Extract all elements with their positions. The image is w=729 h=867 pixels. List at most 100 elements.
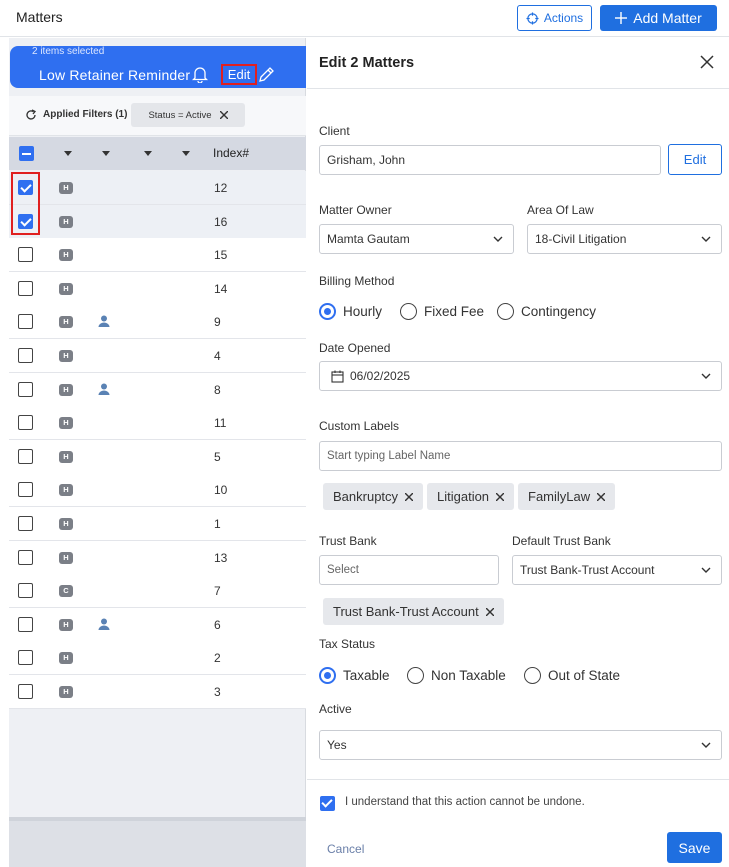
area-of-law-select[interactable]: 18-Civil Litigation (527, 224, 722, 254)
row-checkbox[interactable] (18, 549, 33, 565)
billing-type-badge: C (59, 585, 73, 598)
close-icon[interactable] (405, 492, 414, 501)
close-icon[interactable] (485, 607, 494, 616)
table-row[interactable]: C7 (9, 574, 306, 609)
cancel-button[interactable]: Cancel (327, 842, 364, 856)
label-tag-familylaw: FamilyLaw (518, 483, 616, 510)
close-icon[interactable] (597, 492, 606, 501)
tax-non-taxable-radio[interactable]: Non Taxable (407, 667, 506, 684)
table-row[interactable]: H1 (9, 507, 306, 541)
column-filter-3[interactable] (131, 137, 165, 170)
actions-button[interactable]: Actions (517, 5, 592, 31)
select-all-cell[interactable] (9, 137, 43, 170)
table-row[interactable]: H 13 (9, 540, 306, 575)
row-checkbox[interactable] (18, 616, 33, 632)
bell-icon[interactable] (192, 66, 208, 83)
matter-owner-value: Mamta Gautam (327, 232, 410, 246)
add-matter-button[interactable]: Add Matter (600, 5, 717, 31)
row-index: 5 (214, 449, 221, 464)
custom-labels-input[interactable]: Start typing Label Name (319, 441, 722, 471)
client-field[interactable]: Grisham, John (319, 145, 661, 175)
row-index: 14 (214, 281, 228, 296)
radio-icon (400, 303, 417, 320)
row-checkbox[interactable] (18, 583, 33, 599)
edit-selected-button[interactable]: Edit (221, 64, 257, 85)
billing-contingency-radio[interactable]: Contingency (497, 303, 596, 320)
billing-fixed-fee-radio[interactable]: Fixed Fee (400, 303, 484, 320)
table-row[interactable]: H 16 (9, 204, 306, 239)
table-row[interactable]: H3 (9, 675, 306, 709)
table-row[interactable]: H 12 (9, 171, 306, 205)
edit-client-button[interactable]: Edit (668, 144, 722, 175)
pencil-icon[interactable] (258, 66, 275, 83)
low-retainer-reminder-link[interactable]: Low Retainer Reminder (39, 67, 190, 83)
trust-bank-select[interactable]: Select (319, 555, 499, 585)
selection-banner: 2 items selected Low Retainer Reminder E… (10, 46, 306, 88)
date-opened-picker[interactable]: 06/02/2025 (319, 361, 722, 391)
row-checkbox[interactable] (18, 247, 33, 263)
tax-out-of-state-radio[interactable]: Out of State (524, 667, 620, 684)
close-icon[interactable] (700, 55, 714, 69)
table-row[interactable]: H 14 (9, 271, 306, 306)
table-row[interactable]: H 11 (9, 406, 306, 441)
active-select[interactable]: Yes (319, 730, 722, 760)
row-checkbox[interactable] (18, 381, 33, 397)
index-column-header[interactable]: Index# (213, 146, 249, 160)
trust-bank-label: Trust Bank (319, 534, 377, 548)
chevron-down-icon (493, 236, 503, 242)
column-filter-2[interactable] (89, 137, 123, 170)
top-bar: Matters Actions Add Matter (0, 0, 729, 37)
tax-non-taxable-label: Non Taxable (431, 668, 506, 683)
add-matter-label: Add Matter (633, 10, 702, 26)
row-checkbox[interactable] (18, 448, 33, 464)
matter-owner-select[interactable]: Mamta Gautam (319, 224, 514, 254)
row-index: 12 (214, 181, 228, 195)
acknowledge-checkbox[interactable] (320, 796, 335, 811)
row-checkbox[interactable] (18, 280, 33, 296)
status-filter-label: Status = Active (148, 109, 212, 121)
save-button[interactable]: Save (667, 832, 722, 863)
page-title: Matters (16, 9, 63, 25)
billing-type-badge: H (59, 282, 73, 295)
caret-down-icon (144, 151, 152, 156)
billing-method-label: Billing Method (319, 274, 395, 288)
row-checkbox[interactable] (18, 650, 33, 666)
caret-down-icon (102, 151, 110, 156)
table-row[interactable]: H5 (9, 439, 306, 474)
chevron-down-icon (701, 373, 711, 379)
close-icon[interactable] (496, 492, 505, 501)
table-row[interactable]: H 10 (9, 473, 306, 508)
column-filter-4[interactable] (169, 137, 203, 170)
edit-matters-panel: Edit 2 Matters Client Grisham, John Edit… (307, 38, 729, 867)
client-value: Grisham, John (327, 153, 406, 167)
tax-taxable-radio[interactable]: Taxable (319, 667, 390, 684)
table-row[interactable]: H6 (9, 607, 306, 642)
row-checkbox[interactable] (18, 314, 33, 330)
row-checkbox[interactable] (18, 684, 33, 699)
table-row[interactable]: H8 (9, 372, 306, 407)
tax-status-label: Tax Status (319, 637, 376, 651)
radio-icon (407, 667, 424, 684)
billing-hourly-radio[interactable]: Hourly (319, 303, 382, 320)
row-checkbox[interactable] (18, 415, 33, 431)
acknowledge-text: I understand that this action cannot be … (345, 796, 585, 808)
table-row[interactable]: H9 (9, 305, 306, 340)
row-checkbox[interactable] (18, 516, 33, 531)
tax-taxable-label: Taxable (343, 668, 390, 683)
refresh-icon[interactable] (25, 109, 37, 121)
billing-type-badge: H (59, 618, 73, 631)
column-filter-1[interactable] (51, 137, 85, 170)
tag-label: FamilyLaw (528, 489, 591, 504)
select-all-checkbox[interactable] (18, 146, 34, 161)
row-checkbox[interactable] (18, 482, 33, 498)
table-row[interactable]: H4 (9, 339, 306, 373)
row-checkbox[interactable] (18, 348, 33, 363)
default-trust-bank-select[interactable]: Trust Bank-Trust Account (512, 555, 722, 585)
row-index: 11 (214, 416, 227, 431)
status-filter-chip[interactable]: Status = Active (131, 103, 245, 127)
table-row[interactable]: H2 (9, 641, 306, 676)
table-row[interactable]: H 15 (9, 238, 306, 273)
close-icon[interactable] (219, 111, 228, 119)
row-index: 1 (214, 517, 221, 531)
label-tag-litigation: Litigation (427, 483, 515, 510)
